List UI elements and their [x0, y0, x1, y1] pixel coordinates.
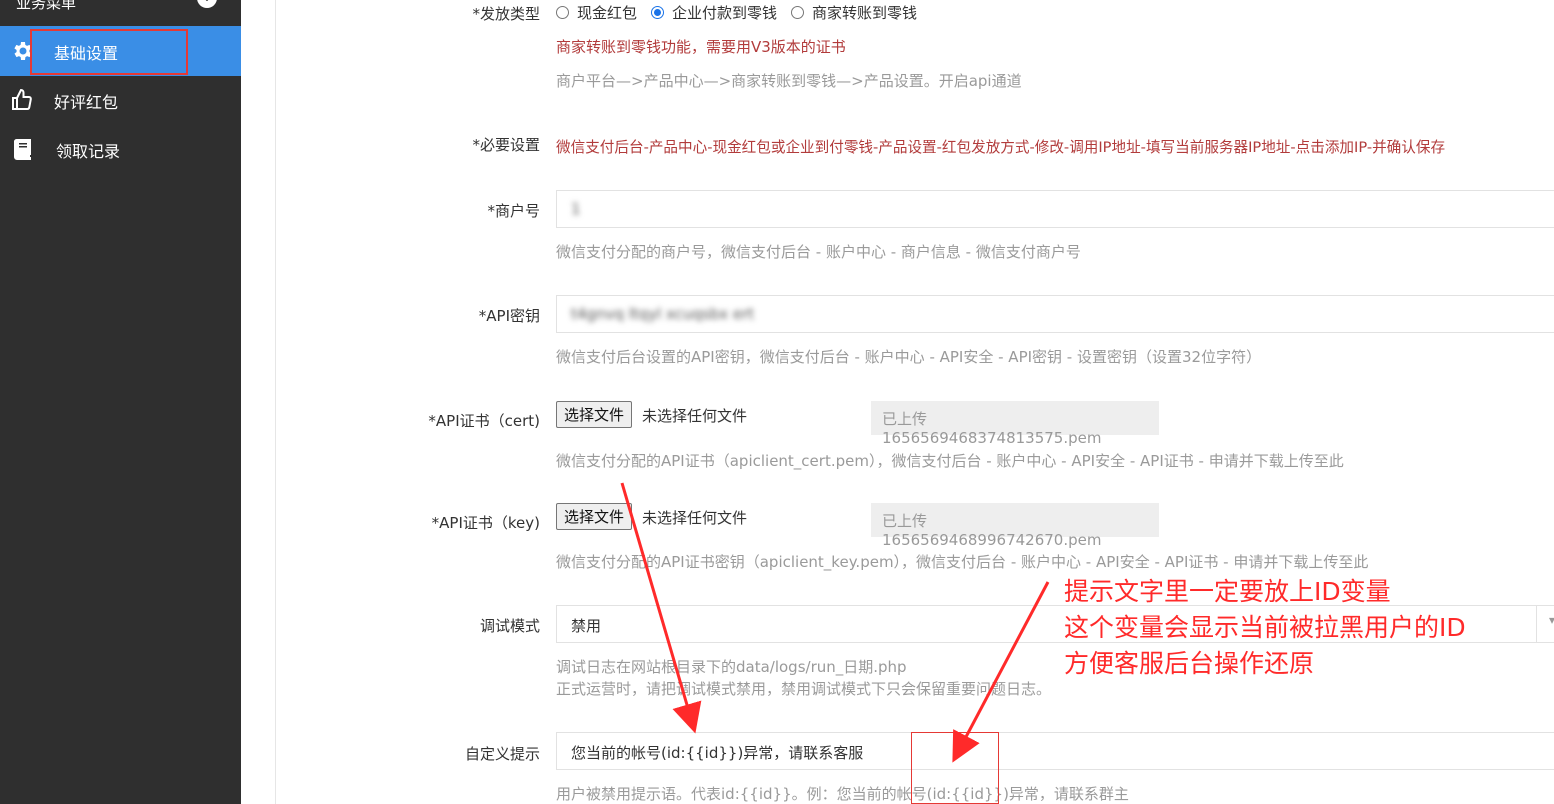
sidebar-item-review-redpacket[interactable]: 好评红包 — [0, 75, 241, 125]
api-key-input[interactable]: t4gnvq ltqyl xcuqsbx ert — [556, 295, 1554, 333]
annotation-line-3: 方便客服后台操作还原 — [1064, 649, 1315, 678]
required-settings-label: *必要设置 — [472, 136, 540, 154]
annotation-line-1: 提示文字里一定要放上ID变量 — [1064, 577, 1391, 606]
custom-tip-input[interactable]: 您当前的帐号(id:{{id}})异常，请联系客服 — [556, 732, 1554, 770]
sidebar-item-claim-records[interactable]: 领取记录 — [0, 124, 241, 174]
merchant-id-input[interactable]: 1 — [556, 190, 1554, 228]
thumbs-up-icon — [10, 88, 34, 112]
required-settings-text: 微信支付后台-产品中心-现金红包或企业到付零钱-产品设置-红包发放方式-修改-调… — [556, 139, 1446, 156]
merchant-id-value: 1 — [571, 200, 581, 218]
select-divider — [1536, 606, 1537, 642]
book-icon — [10, 137, 34, 161]
uploaded-cert-field: 已上传 1656569468374813575.pem — [871, 401, 1159, 447]
choose-file-button[interactable]: 选择文件 — [556, 401, 633, 428]
uploaded-key-field: 已上传 1656569468996742670.pem — [871, 503, 1159, 549]
radio-label: 商家转账到零钱 — [812, 4, 918, 22]
annotation-highlight-box — [911, 732, 999, 804]
radio-circle[interactable] — [556, 6, 569, 19]
debug-mode-hint-1: 调试日志在网站根目录下的data/logs/run_日期.php — [556, 658, 907, 676]
api-key-cert-hint: 微信支付分配的API证书密钥（apiclient_key.pem），微信支付后台… — [556, 553, 1369, 571]
sidebar: 业务菜单 ⌄ 基础设置 好评红包 领取记录 — [0, 0, 241, 804]
debug-mode-hint-2: 正式运营时，请把调试模式禁用，禁用调试模式下只会保留重要问题日志。 — [556, 680, 1052, 698]
api-cert-label: *API证书（cert) — [428, 412, 540, 430]
merchant-id-hint: 微信支付分配的商户号，微信支付后台 - 账户中心 - 商户信息 - 微信支付商户… — [556, 243, 1081, 261]
uploaded-cert-text: 已上传 1656569468374813575.pem — [882, 410, 1102, 447]
api-key-label: *API密钥 — [478, 307, 540, 325]
radio-cash-redpacket[interactable]: 现金红包 — [556, 2, 637, 23]
payout-type-radio-group: 现金红包 企业付款到零钱 商家转账到零钱 — [556, 2, 917, 23]
merchant-id-label: *商户号 — [487, 202, 540, 220]
chevron-down-icon[interactable]: ▾ — [1549, 613, 1554, 627]
sidebar-item-label: 领取记录 — [56, 142, 121, 161]
annotation-line-2: 这个变量会显示当前被拉黑用户的ID — [1064, 613, 1466, 642]
payout-type-warning: 商家转账到零钱功能，需要用V3版本的证书 — [556, 38, 846, 56]
radio-circle[interactable] — [791, 6, 805, 19]
radio-label: 企业付款到零钱 — [672, 4, 778, 22]
uploaded-key-text: 已上传 1656569468996742670.pem — [882, 512, 1102, 549]
radio-circle[interactable] — [651, 6, 665, 19]
api-key-value: t4gnvq ltqyl xcuqsbx ert — [571, 305, 755, 323]
api-key-cert-label: *API证书（key) — [431, 514, 540, 532]
radio-enterprise-payment[interactable]: 企业付款到零钱 — [651, 2, 777, 23]
content-divider — [275, 0, 276, 804]
payout-type-label: *发放类型 — [472, 5, 540, 23]
choose-file-button[interactable]: 选择文件 — [556, 503, 633, 530]
api-key-hint: 微信支付后台设置的API密钥，微信支付后台 - 账户中心 - API安全 - A… — [556, 348, 1262, 366]
custom-tip-hint: 用户被禁用提示语。代表id:{{id}}。例：您当前的帐号(id:{{id}})… — [556, 785, 1129, 803]
file-status: 未选择任何文件 — [642, 407, 748, 425]
radio-merchant-transfer[interactable]: 商家转账到零钱 — [791, 2, 917, 23]
chevron-down-icon[interactable]: ⌄ — [197, 0, 217, 8]
sidebar-title: 业务菜单 — [16, 0, 77, 12]
sidebar-item-label: 好评红包 — [54, 93, 119, 112]
api-cert-hint: 微信支付分配的API证书（apiclient_cert.pem），微信支付后台 … — [556, 452, 1344, 470]
file-status: 未选择任何文件 — [642, 509, 748, 527]
custom-tip-value: 您当前的帐号(id:{{id}})异常，请联系客服 — [571, 744, 864, 762]
debug-mode-value: 禁用 — [571, 617, 602, 635]
highlight-box — [30, 29, 188, 75]
payout-type-hint: 商户平台—>产品中心—>商家转账到零钱—>产品设置。开启api通道 — [556, 72, 1022, 90]
sidebar-header[interactable]: 业务菜单 ⌄ — [0, 0, 241, 26]
radio-label: 现金红包 — [577, 4, 638, 22]
custom-tip-label: 自定义提示 — [464, 745, 540, 763]
debug-mode-label: 调试模式 — [479, 617, 540, 635]
